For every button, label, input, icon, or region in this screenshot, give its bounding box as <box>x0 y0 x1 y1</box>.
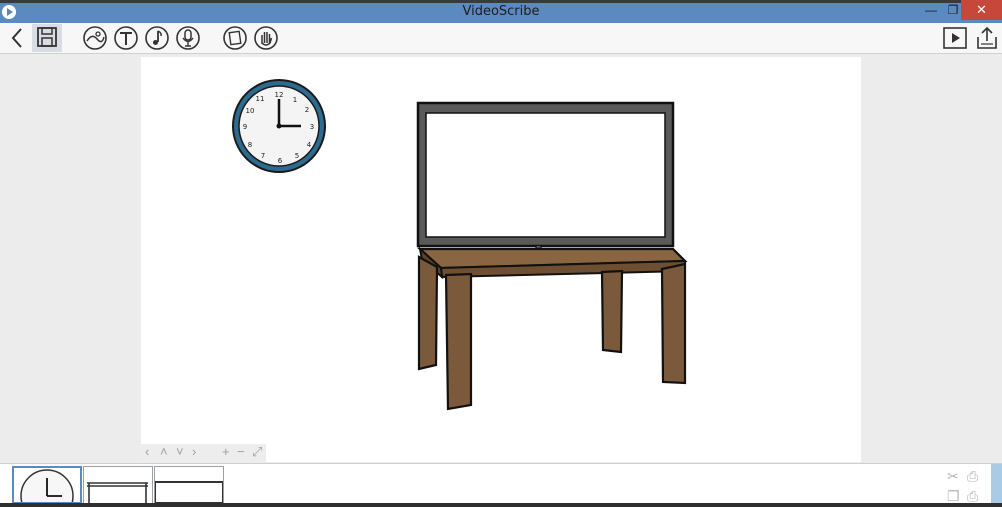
close-button[interactable]: ✕ <box>961 0 1002 20</box>
back-button[interactable] <box>5 25 31 51</box>
svg-text:1: 1 <box>293 96 297 104</box>
play-icon <box>943 27 967 49</box>
pan-left-button[interactable]: ‹ <box>145 444 149 459</box>
title-bar: VideoScribe — ❐ ✕ <box>0 0 1002 23</box>
videoscribe-window: VideoScribe — ❐ ✕ 12 1 2 3 4 5 6 7 8 9 1… <box>0 0 1002 507</box>
background-icon <box>223 26 247 50</box>
clock-image[interactable]: 12 1 2 3 4 5 6 7 8 9 10 11 <box>232 79 326 173</box>
background-button[interactable] <box>222 25 248 51</box>
tv-image[interactable] <box>416 101 675 260</box>
work-area: 12 1 2 3 4 5 6 7 8 9 10 11 ‹ ˄ ˅ › + − ⤢ <box>0 54 1002 463</box>
svg-text:9: 9 <box>243 123 247 131</box>
canvas-drawing: 12 1 2 3 4 5 6 7 8 9 10 11 <box>232 79 688 411</box>
svg-text:10: 10 <box>246 107 255 115</box>
music-icon <box>145 26 169 50</box>
timeline-thumbnail-tv[interactable] <box>154 466 224 504</box>
play-button[interactable] <box>942 25 968 51</box>
scribe-canvas[interactable]: 12 1 2 3 4 5 6 7 8 9 10 11 <box>141 57 861 462</box>
svg-text:8: 8 <box>248 141 252 149</box>
canvas-navigation: ‹ ˄ ˅ › + − ⤢ <box>141 444 266 462</box>
table-image[interactable] <box>417 246 688 411</box>
svg-text:4: 4 <box>307 141 312 149</box>
svg-text:2: 2 <box>305 106 309 114</box>
timeline-thumbnail-clock[interactable] <box>12 466 82 504</box>
timeline-thumbnail-table[interactable] <box>83 466 153 504</box>
add-image-icon <box>83 26 107 50</box>
svg-text:5: 5 <box>295 152 299 160</box>
export-icon <box>977 26 997 49</box>
save-button[interactable] <box>32 24 62 52</box>
hand-icon <box>254 26 278 50</box>
add-text-button[interactable] <box>113 25 139 51</box>
pan-right-button[interactable]: › <box>192 444 196 459</box>
timeline-scrollbar[interactable] <box>991 464 1002 504</box>
taskbar-edge <box>0 503 1002 507</box>
voiceover-button[interactable] <box>175 25 201 51</box>
svg-text:6: 6 <box>278 157 283 165</box>
timeline: ✂ ⎙ ❐ ⎙ <box>0 463 1002 504</box>
add-text-icon <box>114 26 138 50</box>
window-title: VideoScribe <box>462 4 540 19</box>
camera-icon[interactable]: ⎙ <box>967 468 978 485</box>
zoom-in-button[interactable]: + <box>222 444 230 459</box>
add-image-button[interactable] <box>82 25 108 51</box>
fit-view-button[interactable]: ⤢ <box>252 444 262 460</box>
svg-text:12: 12 <box>275 91 284 99</box>
svg-text:7: 7 <box>261 152 265 160</box>
timeline-tools: ✂ ⎙ ❐ ⎙ <box>945 464 991 504</box>
export-button[interactable] <box>974 25 1000 51</box>
save-icon <box>37 27 57 47</box>
pan-down-button[interactable]: ˅ <box>176 444 184 459</box>
toolbar <box>0 23 1002 54</box>
back-icon <box>11 28 22 48</box>
hand-button[interactable] <box>253 25 279 51</box>
svg-text:11: 11 <box>256 95 265 103</box>
add-music-button[interactable] <box>144 25 170 51</box>
zoom-out-button[interactable]: − <box>237 444 245 459</box>
scissors-icon[interactable]: ✂ <box>947 468 959 485</box>
pan-up-button[interactable]: ˄ <box>160 444 168 459</box>
svg-text:3: 3 <box>310 123 314 131</box>
voiceover-icon <box>176 26 200 50</box>
